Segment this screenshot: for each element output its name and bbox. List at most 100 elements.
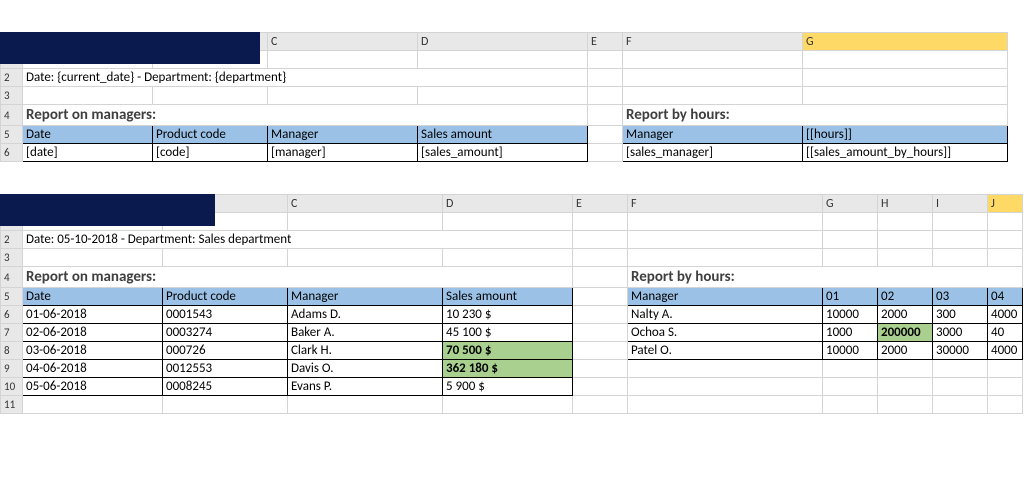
info-line[interactable]: Date: 05-10-2018 - Department: Sales dep… xyxy=(23,231,573,249)
table-cell[interactable]: Nalty A. xyxy=(628,306,823,324)
cell[interactable] xyxy=(573,249,628,267)
table-cell[interactable]: [[sales_amount_by_hours]] xyxy=(803,144,1008,162)
cell[interactable] xyxy=(988,360,1023,378)
cell[interactable] xyxy=(163,396,288,414)
table-cell[interactable]: Patel O. xyxy=(628,342,823,360)
table-header[interactable]: [[hours]] xyxy=(803,126,1008,144)
column-header-G[interactable]: G xyxy=(823,195,878,213)
table-header[interactable]: Product code xyxy=(163,288,288,306)
table-cell[interactable]: 0008245 xyxy=(163,378,288,396)
column-header-E[interactable]: E xyxy=(573,195,628,213)
table-cell[interactable]: 0001543 xyxy=(163,306,288,324)
table-cell[interactable]: 200000 xyxy=(878,324,933,342)
table-cell[interactable]: [code] xyxy=(153,144,268,162)
column-header-I[interactable]: I xyxy=(933,195,988,213)
cell[interactable] xyxy=(288,249,443,267)
column-header-C[interactable]: C xyxy=(288,195,443,213)
cell[interactable] xyxy=(573,306,628,324)
cell[interactable] xyxy=(878,396,933,414)
cell[interactable] xyxy=(288,213,443,231)
section-title-left[interactable]: Report on managers: xyxy=(23,105,588,126)
table-cell[interactable]: 362 180 $ xyxy=(443,360,573,378)
row-header-10[interactable]: 10 xyxy=(1,378,23,396)
cell[interactable] xyxy=(573,267,628,288)
row-header-3[interactable]: 3 xyxy=(1,249,23,267)
row-header-7[interactable]: 7 xyxy=(1,324,23,342)
table-cell[interactable]: 05-06-2018 xyxy=(23,378,163,396)
cell[interactable] xyxy=(823,249,878,267)
cell[interactable] xyxy=(823,213,878,231)
cell[interactable] xyxy=(878,360,933,378)
table-cell[interactable]: Davis O. xyxy=(288,360,443,378)
table-header[interactable]: Sales amount xyxy=(418,126,588,144)
cell[interactable] xyxy=(628,378,823,396)
cell[interactable] xyxy=(823,396,878,414)
cell[interactable] xyxy=(988,231,1023,249)
cell[interactable] xyxy=(443,396,573,414)
table-cell[interactable]: Adams D. xyxy=(288,306,443,324)
table-cell[interactable]: 1000 xyxy=(823,324,878,342)
cell[interactable] xyxy=(588,144,623,162)
table-cell[interactable]: [sales_amount] xyxy=(418,144,588,162)
table-header[interactable]: Manager xyxy=(628,288,823,306)
table-header[interactable]: Sales amount xyxy=(443,288,573,306)
cell[interactable] xyxy=(443,249,573,267)
cell[interactable] xyxy=(418,51,588,69)
table-header[interactable]: Manager xyxy=(288,288,443,306)
table-cell[interactable]: 2000 xyxy=(878,306,933,324)
cell[interactable] xyxy=(878,213,933,231)
table-header[interactable]: Manager xyxy=(623,126,803,144)
cell[interactable] xyxy=(628,249,823,267)
info-line[interactable]: Date: {current_date} - Department: {depa… xyxy=(23,69,588,87)
cell[interactable] xyxy=(573,360,628,378)
column-header-J[interactable]: J xyxy=(988,195,1023,213)
table-cell[interactable]: 4000 xyxy=(988,306,1023,324)
cell[interactable] xyxy=(573,396,628,414)
column-header-F[interactable]: F xyxy=(628,195,823,213)
cell[interactable] xyxy=(153,87,268,105)
cell[interactable] xyxy=(588,51,623,69)
cell[interactable] xyxy=(588,69,623,87)
table-cell[interactable]: 4000 xyxy=(988,342,1023,360)
table-header[interactable]: 01 xyxy=(823,288,878,306)
table-header[interactable]: 03 xyxy=(933,288,988,306)
table-cell[interactable]: 300 xyxy=(933,306,988,324)
cell[interactable] xyxy=(878,249,933,267)
cell[interactable] xyxy=(573,342,628,360)
table-cell[interactable]: 70 500 $ xyxy=(443,342,573,360)
cell[interactable] xyxy=(803,87,1008,105)
table-header[interactable]: 04 xyxy=(988,288,1023,306)
cell[interactable] xyxy=(23,249,163,267)
section-title-right[interactable]: Report by hours: xyxy=(628,267,1023,288)
cell[interactable] xyxy=(628,213,823,231)
table-header[interactable]: 02 xyxy=(878,288,933,306)
cell[interactable] xyxy=(933,360,988,378)
section-title-left[interactable]: Report on managers: xyxy=(23,267,573,288)
cell[interactable] xyxy=(803,51,1008,69)
row-header-6[interactable]: 6 xyxy=(1,144,23,162)
cell[interactable] xyxy=(573,231,628,249)
table-cell[interactable]: 01-06-2018 xyxy=(23,306,163,324)
cell[interactable] xyxy=(988,378,1023,396)
table-cell[interactable]: 10000 xyxy=(823,342,878,360)
table-cell[interactable]: 45 100 $ xyxy=(443,324,573,342)
table-cell[interactable]: 10 230 $ xyxy=(443,306,573,324)
table-cell[interactable]: 3000 xyxy=(933,324,988,342)
cell[interactable] xyxy=(878,378,933,396)
cell[interactable] xyxy=(878,231,933,249)
row-header-4[interactable]: 4 xyxy=(1,267,23,288)
row-header-3[interactable]: 3 xyxy=(1,87,23,105)
cell[interactable] xyxy=(623,51,803,69)
cell[interactable] xyxy=(988,249,1023,267)
cell[interactable] xyxy=(573,324,628,342)
table-cell[interactable]: Baker A. xyxy=(288,324,443,342)
cell[interactable] xyxy=(268,87,418,105)
row-header-5[interactable]: 5 xyxy=(1,288,23,306)
table-cell[interactable]: Evans P. xyxy=(288,378,443,396)
table-cell[interactable]: 30000 xyxy=(933,342,988,360)
cell[interactable] xyxy=(623,69,803,87)
cell[interactable] xyxy=(628,231,823,249)
row-header-2[interactable]: 2 xyxy=(1,231,23,249)
table-cell[interactable]: 5 900 $ xyxy=(443,378,573,396)
table-header[interactable]: Product code xyxy=(153,126,268,144)
